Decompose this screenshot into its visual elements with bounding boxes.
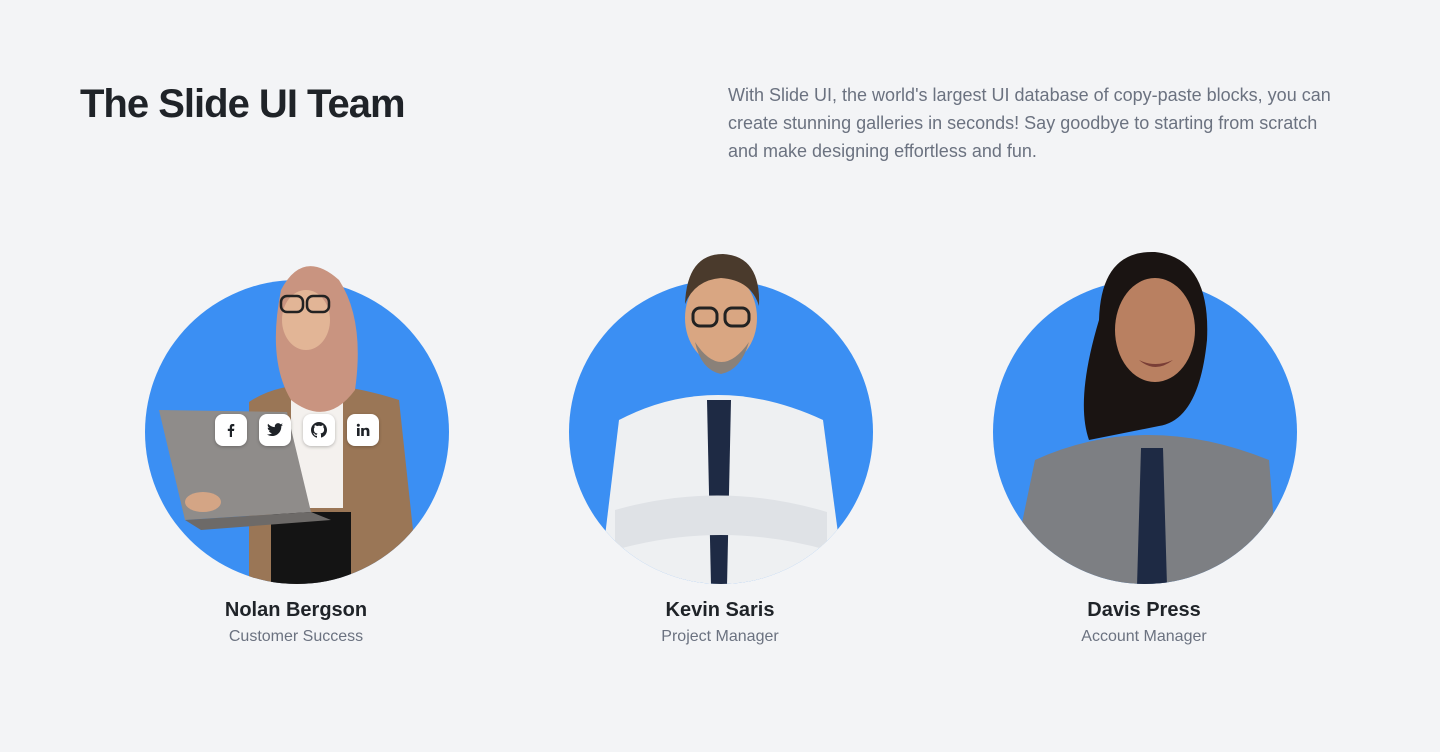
twitter-link[interactable]: [259, 414, 291, 446]
team-member-name: Nolan Bergson: [224, 599, 368, 621]
facebook-link[interactable]: [215, 414, 247, 446]
team-member-card: Davis Press Account Manager: [979, 250, 1309, 670]
page-title: The Slide UI Team: [80, 82, 406, 126]
linkedin-link[interactable]: [347, 414, 379, 446]
team-member-photo: [555, 250, 885, 586]
github-icon: [311, 422, 327, 438]
team-member-photo: [979, 250, 1309, 586]
team-member-name: Kevin Saris: [665, 599, 775, 621]
team-member-role: Project Manager: [661, 628, 779, 645]
team-member-role: Customer Success: [228, 628, 364, 645]
team-member-name: Davis Press: [1087, 599, 1201, 621]
team-description: With Slide UI, the world's largest UI da…: [728, 85, 1331, 161]
team-member-photo: [131, 250, 461, 586]
linkedin-icon: [356, 423, 370, 436]
twitter-icon: [267, 423, 283, 436]
social-links: [215, 414, 379, 446]
team-member-card: Kevin Saris Project Manager: [555, 250, 885, 670]
team-member-card: Nolan Bergson Customer Success: [131, 250, 461, 670]
facebook-icon: [227, 424, 235, 437]
github-link[interactable]: [303, 414, 335, 446]
team-member-role: Account Manager: [1081, 628, 1207, 645]
